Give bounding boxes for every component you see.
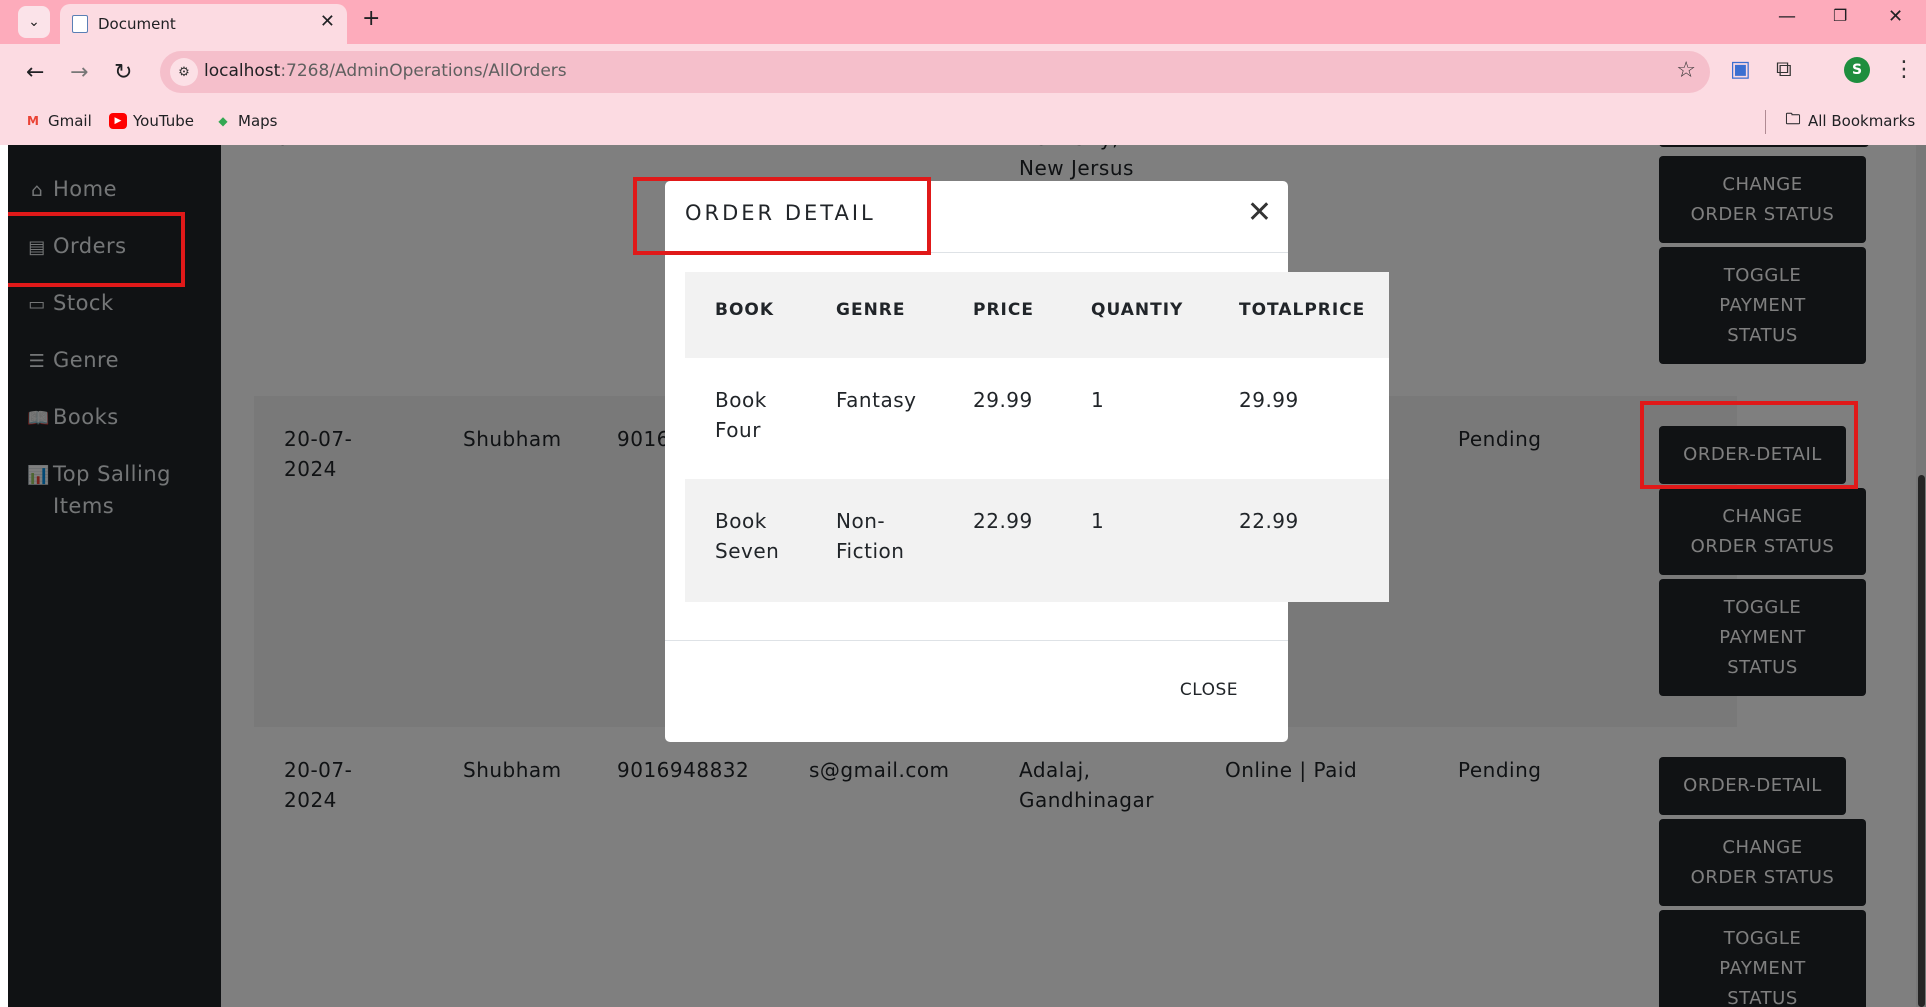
close-button[interactable]: CLOSE [1180,680,1238,700]
bookmark-maps[interactable]: ◆ Maps [214,112,277,130]
browser-toolbar: ← → ↻ ⚙ localhost:7268/AdminOperations/A… [0,44,1926,104]
bookmark-gmail[interactable]: M Gmail [24,112,92,130]
book-genre: Fantasy [836,388,917,412]
column-header-book: BOOK [715,300,775,320]
book-genre-line1: Non- [836,509,886,533]
column-header-genre: GENRE [836,300,906,320]
book-totalprice: 22.99 [1239,509,1299,533]
url-text[interactable]: localhost:7268/AdminOperations/AllOrders [204,61,567,81]
forward-arrow-icon[interactable]: → [70,60,88,85]
new-tab-plus-icon[interactable]: + [362,6,380,31]
column-header-totalprice: TOTALPRICE [1239,300,1366,320]
bookmark-star-icon[interactable]: ☆ [1676,58,1696,83]
all-bookmarks-label: All Bookmarks [1808,112,1916,130]
tab-strip: ⌄ Document ✕ + — ❐ ✕ [0,0,1926,44]
table-row: Book Four Fantasy 29.99 1 29.99 [685,358,1389,479]
highlight-order-detail-button [1640,401,1858,489]
minimize-icon[interactable]: — [1778,6,1796,27]
bookmarks-bar: M Gmail ▶ YouTube ◆ Maps 🗀 All Bookmarks [0,104,1926,145]
tab-close-icon[interactable]: ✕ [320,11,335,32]
address-bar[interactable]: ⚙ localhost:7268/AdminOperations/AllOrde… [160,51,1710,93]
window-close-icon[interactable]: ✕ [1888,6,1903,27]
browser-tab[interactable]: Document ✕ [60,4,347,44]
highlight-orders [8,212,185,287]
browser-chrome: ⌄ Document ✕ + — ❐ ✕ ← → ↻ ⚙ localhost:7… [0,0,1926,145]
extension-photo-icon[interactable]: ▣ [1730,57,1751,82]
bookmark-youtube[interactable]: ▶ YouTube [109,112,194,130]
youtube-icon: ▶ [109,113,127,129]
restore-icon[interactable]: ❐ [1833,6,1847,25]
table-header-row: BOOK GENRE PRICE QUANTIY TOTALPRICE [685,272,1389,358]
book-name-line1: Book [715,509,767,533]
column-header-price: PRICE [973,300,1034,320]
reload-icon[interactable]: ↻ [114,60,132,85]
all-bookmarks[interactable]: 🗀 All Bookmarks [1784,109,1916,131]
profile-avatar[interactable]: S [1844,57,1870,83]
folder-icon: 🗀 [1785,109,1801,128]
menu-kebab-icon[interactable]: ⋮ [1893,57,1915,82]
extensions-puzzle-icon[interactable]: ⧉ [1776,57,1792,82]
column-header-quantity: QUANTIY [1091,300,1184,320]
maps-icon: ◆ [218,114,228,128]
book-genre-line2: Fiction [836,539,905,563]
document-icon [72,15,88,33]
gmail-icon: M [27,114,39,128]
book-name-line1: Book [715,388,767,412]
bookmark-label: Gmail [48,112,92,130]
book-price: 29.99 [973,388,1033,412]
bookmark-label: YouTube [133,112,194,130]
bookmarks-separator [1765,110,1766,134]
book-totalprice: 29.99 [1239,388,1299,412]
book-name-line2: Four [715,418,761,442]
table-row: Book Seven Non- Fiction 22.99 1 22.99 [685,479,1389,602]
page-content: ⌂Home ▤Orders ▭Stock ☰Genre 📖Books 📊Top … [8,145,1926,1007]
highlight-modal-title [633,177,931,255]
close-icon[interactable]: ✕ [1247,198,1272,228]
order-detail-table: BOOK GENRE PRICE QUANTIY TOTALPRICE Book… [685,272,1389,602]
book-name-line2: Seven [715,539,780,563]
tab-search-chevron-icon[interactable]: ⌄ [18,6,50,38]
book-quantity: 1 [1091,509,1105,533]
tab-title: Document [98,15,176,33]
book-quantity: 1 [1091,388,1105,412]
back-arrow-icon[interactable]: ← [26,60,44,85]
modal-footer: CLOSE [665,640,1288,742]
site-info-icon[interactable]: ⚙ [170,58,198,86]
bookmark-label: Maps [238,112,278,130]
book-price: 22.99 [973,509,1033,533]
